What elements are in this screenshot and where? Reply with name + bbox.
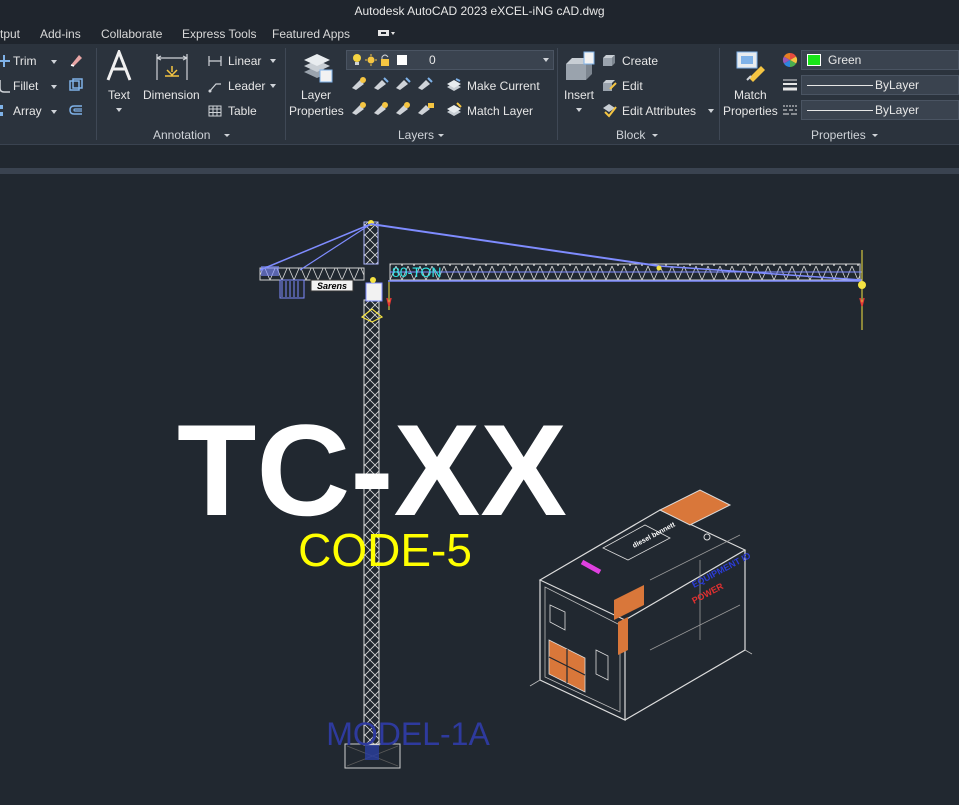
code-text: CODE-5: [298, 524, 472, 576]
main-title-text: TC-XX: [177, 397, 567, 543]
crane-brand-label: Sarens: [317, 281, 347, 291]
generator-brand-label: diesel bennett: [632, 521, 677, 550]
crane-capacity-label: 80-TON: [392, 264, 442, 280]
drawing-canvas[interactable]: Sarens 80-TON TC-XX CODE-5 MODEL-1A dies…: [0, 0, 959, 805]
model-text: MODEL-1A: [326, 716, 490, 752]
